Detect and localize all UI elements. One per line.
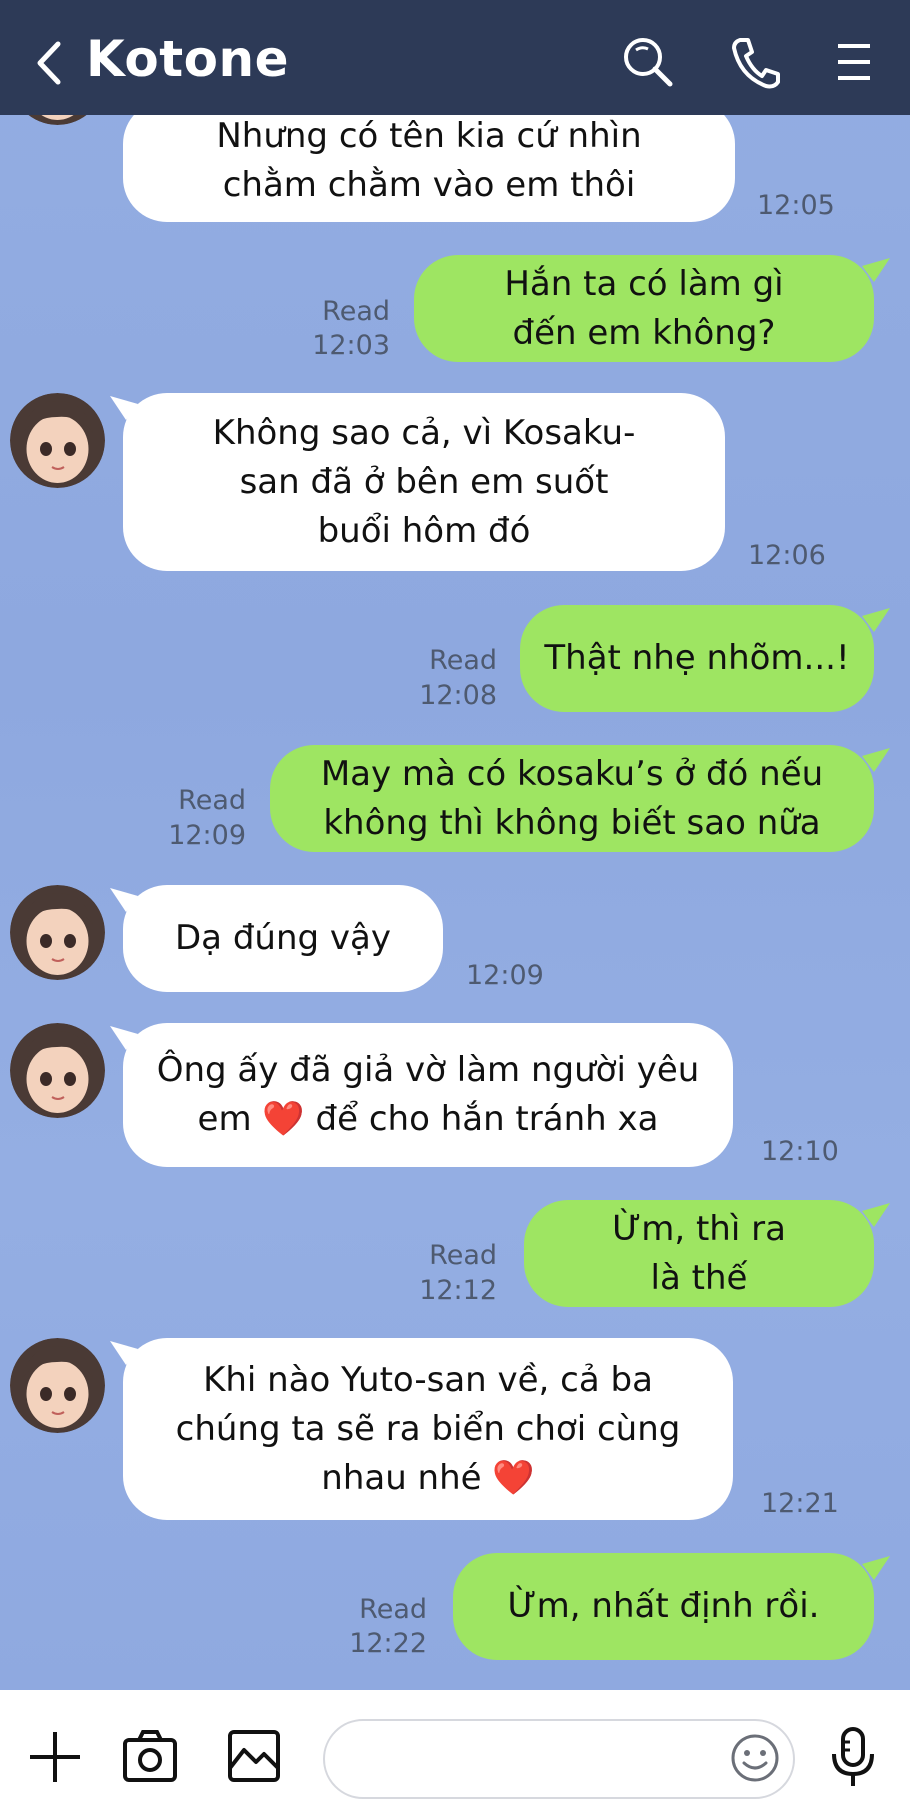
phone-icon[interactable] bbox=[726, 34, 782, 90]
read-label: Read bbox=[429, 645, 497, 676]
message-time: 12:06 bbox=[748, 540, 826, 571]
emoji-icon[interactable] bbox=[730, 1733, 780, 1783]
message-bubble-outgoing[interactable]: May mà có kosaku’s ở đó nếu không thì kh… bbox=[270, 745, 874, 852]
message-text: Khi nào Yuto-san về, cả ba chúng ta sẽ r… bbox=[175, 1359, 681, 1498]
bubble-tail bbox=[862, 258, 890, 282]
read-label: Read bbox=[359, 1594, 427, 1625]
message-bubble-incoming[interactable]: Khi nào Yuto-san về, cả ba chúng ta sẽ r… bbox=[123, 1338, 733, 1520]
message-time: 12:22 bbox=[349, 1628, 427, 1659]
bubble-tail bbox=[862, 608, 890, 632]
message-bubble-incoming[interactable]: Dạ đúng vậy bbox=[123, 885, 443, 992]
camera-icon[interactable] bbox=[122, 1728, 178, 1784]
message-text: Dạ đúng vậy bbox=[175, 918, 391, 958]
message-input[interactable] bbox=[323, 1719, 795, 1799]
message-bubble-incoming[interactable]: Nhưng có tên kia cứ nhìn chằm chằm vào e… bbox=[123, 100, 735, 222]
read-label: Read bbox=[322, 296, 390, 327]
message-time: 12:12 bbox=[419, 1275, 497, 1306]
message-text: Ừm, nhất định rồi. bbox=[507, 1586, 820, 1626]
message-bubble-incoming[interactable]: Không sao cả, vì Kosaku- san đã ở bên em… bbox=[123, 393, 725, 571]
message-text: Ừm, thì ra là thế bbox=[612, 1208, 786, 1298]
message-bubble-incoming[interactable]: Ông ấy đã giả vờ làm người yêu em ❤️ để … bbox=[123, 1023, 733, 1167]
message-time: 12:09 bbox=[466, 960, 544, 991]
image-icon[interactable] bbox=[226, 1728, 282, 1784]
bubble-tail bbox=[110, 396, 138, 420]
message-text: Nhưng có tên kia cứ nhìn chằm chằm vào e… bbox=[216, 116, 642, 205]
message-bubble-outgoing[interactable]: Thật nhẹ nhõm...! bbox=[520, 605, 874, 712]
mic-icon[interactable] bbox=[828, 1726, 878, 1790]
avatar[interactable] bbox=[10, 393, 105, 488]
bubble-tail bbox=[110, 888, 138, 912]
chat-title: Kotone bbox=[86, 30, 289, 88]
back-icon[interactable] bbox=[30, 38, 70, 88]
message-time: 12:03 bbox=[312, 330, 390, 361]
avatar[interactable] bbox=[10, 1023, 105, 1118]
message-text: Thật nhẹ nhõm...! bbox=[544, 638, 850, 678]
bubble-tail bbox=[862, 1203, 890, 1227]
menu-icon[interactable] bbox=[826, 34, 882, 90]
bubble-tail bbox=[862, 1556, 890, 1580]
bubble-tail bbox=[862, 748, 890, 772]
message-time: 12:09 bbox=[168, 820, 246, 851]
message-text: May mà có kosaku’s ở đó nếu không thì kh… bbox=[320, 753, 824, 843]
message-bubble-outgoing[interactable]: Ừm, thì ra là thế bbox=[524, 1200, 874, 1307]
avatar[interactable] bbox=[10, 885, 105, 980]
read-label: Read bbox=[178, 785, 246, 816]
message-text: Ông ấy đã giả vờ làm người yêu em ❤️ để … bbox=[156, 1050, 700, 1139]
avatar[interactable] bbox=[10, 1338, 105, 1433]
chat-screen: Kotone Nhưng có tên kia cứ nhìn chằm chằ… bbox=[0, 0, 910, 1807]
message-text: Hắn ta có làm gì đến em không? bbox=[504, 263, 784, 353]
read-label: Read bbox=[429, 1240, 497, 1271]
bubble-tail bbox=[110, 1026, 138, 1050]
plus-icon[interactable] bbox=[26, 1728, 84, 1786]
header-bar: Kotone bbox=[0, 0, 910, 115]
message-bubble-outgoing[interactable]: Hắn ta có làm gì đến em không? bbox=[414, 255, 874, 362]
search-icon[interactable] bbox=[620, 34, 676, 90]
message-time: 12:05 bbox=[757, 190, 835, 221]
message-time: 12:21 bbox=[761, 1488, 839, 1519]
message-time: 12:10 bbox=[761, 1136, 839, 1167]
bubble-tail bbox=[110, 1341, 138, 1365]
message-bubble-outgoing[interactable]: Ừm, nhất định rồi. bbox=[453, 1553, 874, 1660]
message-time: 12:08 bbox=[419, 680, 497, 711]
message-text: Không sao cả, vì Kosaku- san đã ở bên em… bbox=[212, 412, 636, 551]
